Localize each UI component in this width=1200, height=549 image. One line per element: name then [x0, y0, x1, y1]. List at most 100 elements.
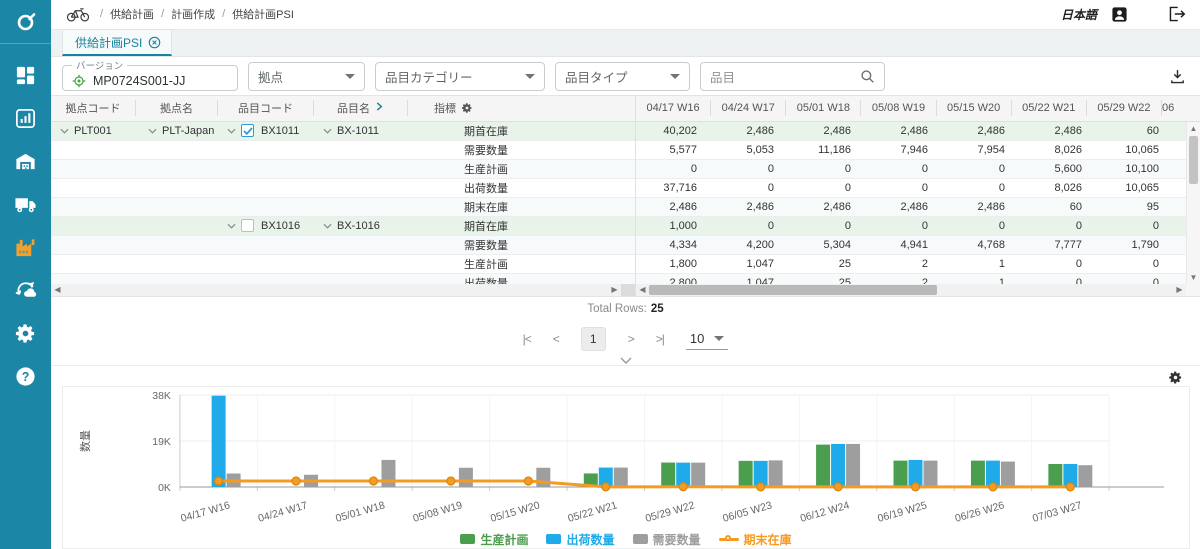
sidebar-item-dashboard[interactable] [0, 54, 51, 97]
value-cell[interactable]: 2,486 [867, 125, 944, 137]
value-cell[interactable]: 0 [1021, 258, 1098, 270]
value-cell[interactable]: 5,600 [1021, 163, 1098, 175]
value-cell[interactable]: 4,334 [636, 239, 713, 251]
scrollbar-track[interactable] [64, 284, 608, 296]
collapse-chart-handle[interactable] [51, 356, 1200, 366]
value-cell[interactable]: 1,000 [636, 220, 713, 232]
user-account-icon[interactable] [1111, 6, 1128, 23]
fixed-panel-hscrollbar[interactable]: ◀ ▶ [51, 284, 635, 297]
page-size-select[interactable]: 10 [686, 329, 728, 350]
value-cell[interactable]: 5,304 [790, 239, 867, 251]
first-page-button[interactable]: |< [523, 332, 531, 346]
chevron-right-icon[interactable] [375, 102, 384, 114]
expand-chevron-icon[interactable] [323, 128, 332, 134]
scroll-left-icon[interactable]: ◀ [51, 283, 64, 296]
value-cell[interactable]: 60 [1021, 201, 1098, 213]
value-cell[interactable]: 2 [867, 277, 944, 284]
legend-item-需要数量[interactable]: 需要数量 [633, 531, 701, 548]
value-cell[interactable]: 0 [944, 182, 1021, 194]
sidebar-item-help[interactable]: ? [0, 355, 51, 398]
value-cell[interactable]: 0 [944, 220, 1021, 232]
value-cell[interactable]: 0 [1098, 277, 1175, 284]
sidebar-item-sync-cloud[interactable] [0, 269, 51, 312]
value-cell[interactable]: 0 [944, 163, 1021, 175]
value-cell[interactable]: 1,047 [713, 277, 790, 284]
sidebar-item-factory[interactable] [0, 226, 51, 269]
version-select[interactable]: バージョン MP0724S001-JJ [62, 58, 238, 91]
download-icon[interactable] [1169, 68, 1186, 85]
value-cell[interactable]: 0 [790, 182, 867, 194]
value-cell[interactable]: 1 [944, 258, 1021, 270]
value-cell[interactable]: 0 [1021, 220, 1098, 232]
chart-settings-gear-icon[interactable] [1168, 370, 1183, 388]
hscrollbar-thumb[interactable] [649, 285, 937, 295]
value-cell[interactable]: 2,486 [790, 125, 867, 137]
value-cell[interactable]: 2,486 [867, 201, 944, 213]
logout-icon[interactable] [1168, 6, 1186, 22]
value-cell[interactable]: 5,577 [636, 144, 713, 156]
expand-chevron-icon[interactable] [227, 223, 236, 229]
vscrollbar-thumb[interactable] [1189, 136, 1198, 184]
scrollbar-track[interactable] [649, 284, 1173, 296]
value-cell[interactable]: 0 [867, 220, 944, 232]
last-page-button[interactable]: >| [656, 332, 664, 346]
value-cell[interactable]: 8,026 [1021, 144, 1098, 156]
search-icon[interactable] [860, 69, 875, 84]
scroll-up-icon[interactable]: ▲ [1187, 122, 1200, 135]
value-cell[interactable]: 40,202 [636, 125, 713, 137]
value-cell[interactable]: 2 [867, 258, 944, 270]
item-checkbox-unchecked[interactable] [241, 219, 254, 232]
value-cell[interactable]: 0 [790, 163, 867, 175]
site-select[interactable]: 拠点 [248, 62, 365, 91]
scroll-right-icon[interactable]: ▶ [1173, 283, 1186, 296]
expand-chevron-icon[interactable] [227, 128, 236, 134]
scroll-left-icon[interactable]: ◀ [636, 283, 649, 296]
value-cell[interactable]: 10,065 [1098, 182, 1175, 194]
sidebar-item-truck[interactable] [0, 183, 51, 226]
value-cell[interactable]: 0 [1098, 258, 1175, 270]
value-cell[interactable]: 0 [1021, 277, 1098, 284]
value-cell[interactable]: 95 [1098, 201, 1175, 213]
sidebar-item-warehouse[interactable] [0, 140, 51, 183]
value-cell[interactable]: 4,200 [713, 239, 790, 251]
item-category-select[interactable]: 品目カテゴリー [375, 62, 545, 91]
value-cell[interactable]: 2,486 [713, 201, 790, 213]
legend-item-生産計画[interactable]: 生産計画 [460, 531, 528, 548]
value-cell[interactable]: 7,946 [867, 144, 944, 156]
value-cell[interactable]: 0 [636, 163, 713, 175]
value-cell[interactable]: 7,777 [1021, 239, 1098, 251]
table-vscrollbar[interactable]: ▲ ▼ [1186, 122, 1200, 284]
value-cell[interactable]: 1,790 [1098, 239, 1175, 251]
expand-chevron-icon[interactable] [323, 223, 332, 229]
value-cell[interactable]: 0 [1098, 220, 1175, 232]
value-cell[interactable]: 10,100 [1098, 163, 1175, 175]
value-cell[interactable]: 0 [867, 163, 944, 175]
value-cell[interactable]: 7,954 [944, 144, 1021, 156]
value-cell[interactable]: 0 [713, 163, 790, 175]
value-cell[interactable]: 4,768 [944, 239, 1021, 251]
value-cell[interactable]: 37,716 [636, 182, 713, 194]
scroll-down-icon[interactable]: ▼ [1187, 271, 1200, 284]
legend-item-期末在庫[interactable]: 期末在庫 [719, 531, 792, 548]
expand-chevron-icon[interactable] [148, 128, 157, 134]
value-cell[interactable]: 8,026 [1021, 182, 1098, 194]
tab-close-icon[interactable] [148, 36, 161, 49]
value-cell[interactable]: 0 [713, 182, 790, 194]
value-cell[interactable]: 2,486 [944, 201, 1021, 213]
value-cell[interactable]: 10,065 [1098, 144, 1175, 156]
prev-page-button[interactable]: < [553, 332, 559, 346]
expand-chevron-icon[interactable] [60, 128, 69, 134]
value-cell[interactable]: 1,800 [636, 258, 713, 270]
value-cell[interactable]: 1 [944, 277, 1021, 284]
value-cell[interactable]: 11,186 [790, 144, 867, 156]
breadcrumb-item[interactable]: 供給計画PSI [232, 6, 294, 22]
value-cell[interactable]: 0 [790, 220, 867, 232]
value-cell[interactable]: 25 [790, 277, 867, 284]
tab-supply-plan-psi[interactable]: 供給計画PSI [62, 29, 172, 56]
value-cell[interactable]: 5,053 [713, 144, 790, 156]
value-cell[interactable]: 2,486 [636, 201, 713, 213]
value-cell[interactable]: 2,486 [713, 125, 790, 137]
next-page-button[interactable]: > [628, 332, 634, 346]
dates-panel-hscrollbar[interactable]: ◀ ▶ [636, 284, 1200, 297]
value-cell[interactable]: 0 [867, 182, 944, 194]
